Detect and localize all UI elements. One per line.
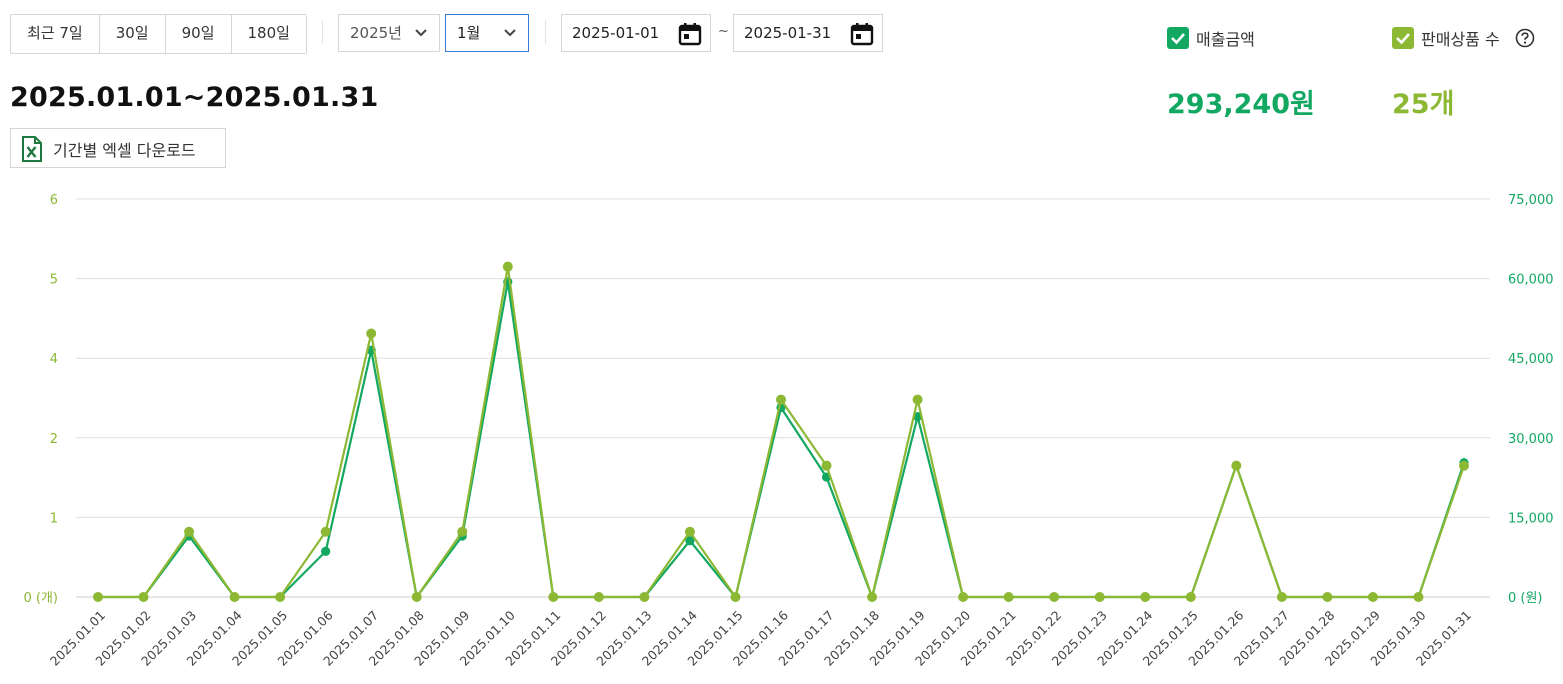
sales-series-line [98, 280, 1466, 599]
items-data-point [502, 261, 513, 272]
items-data-point [1413, 592, 1424, 602]
items-data-point [229, 592, 240, 602]
items-data-point [958, 592, 969, 602]
items-data-point [366, 328, 377, 339]
items-data-point [912, 394, 923, 405]
items-data-point [457, 526, 468, 537]
items-data-point [1231, 460, 1242, 471]
items-data-point [1094, 592, 1105, 602]
items-data-point [684, 526, 695, 537]
right-axis-tick-label: 75,000 [1508, 193, 1554, 208]
items-data-point [639, 592, 650, 602]
line-chart: 0 (개) 0 (원) 1 15,000 2 30,000 4 45,000 5 60,000 6 7… [23, 193, 1554, 669]
items-data-point [1140, 592, 1151, 602]
items-data-point [320, 526, 331, 537]
items-data-point [1276, 592, 1287, 602]
left-axis-tick-label: 4 [50, 352, 58, 367]
left-axis-tick-label: 5 [50, 273, 58, 288]
items-data-point [93, 592, 103, 602]
sales-data-point [321, 546, 331, 556]
items-data-point [1049, 592, 1060, 602]
items-data-point [411, 592, 422, 602]
right-axis-tick-label: 15,000 [1508, 511, 1554, 526]
items-data-point [776, 394, 786, 405]
items-data-point [1003, 592, 1014, 602]
items-data-point [821, 460, 832, 471]
left-axis-tick-label: 0 (개) [23, 591, 58, 606]
items-data-point [138, 592, 149, 602]
items-data-point [184, 526, 195, 537]
items-data-point [1322, 592, 1333, 602]
right-axis-tick-label: 45,000 [1508, 352, 1554, 367]
left-axis-tick-label: 2 [50, 432, 58, 447]
right-axis-tick-label: 30,000 [1508, 432, 1554, 447]
items-data-point [275, 592, 286, 602]
items-data-point [867, 592, 878, 602]
left-axis-tick-label: 6 [50, 193, 58, 208]
items-series-line [98, 265, 1466, 599]
items-data-point [1459, 460, 1469, 471]
items-data-point [548, 592, 559, 602]
items-data-point [1367, 592, 1378, 602]
items-data-point [593, 592, 604, 602]
items-data-point [1185, 592, 1196, 602]
right-axis-tick-label: 60,000 [1508, 273, 1554, 288]
right-axis-tick-label: 0 (원) [1508, 591, 1543, 606]
items-data-point [730, 592, 741, 602]
left-axis-tick-label: 1 [50, 511, 58, 526]
